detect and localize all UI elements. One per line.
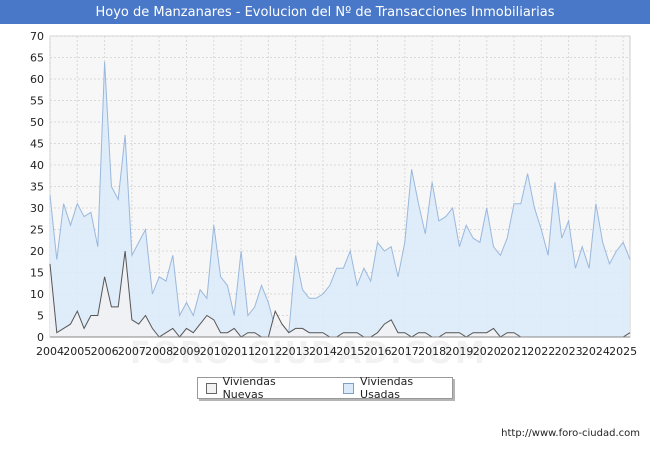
x-tick-label: 2009 bbox=[172, 345, 200, 358]
x-tick-label: 2012 bbox=[254, 345, 282, 358]
y-tick-label: 40 bbox=[30, 159, 44, 172]
y-tick-label: 10 bbox=[30, 288, 44, 301]
x-tick-label: 2024 bbox=[582, 345, 610, 358]
y-tick-label: 45 bbox=[30, 138, 44, 151]
legend-label-nuevas: Viviendas Nuevas bbox=[222, 375, 276, 401]
x-tick-label: 2005 bbox=[63, 345, 91, 358]
y-tick-label: 60 bbox=[30, 73, 44, 86]
footer-url[interactable]: http://www.foro-ciudad.com bbox=[501, 428, 640, 439]
x-tick-label: 2010 bbox=[200, 345, 228, 358]
x-tick-label: 2015 bbox=[336, 345, 364, 358]
legend-item-nuevas: Viviendas Nuevas bbox=[206, 375, 315, 401]
x-tick-label: 2023 bbox=[555, 345, 583, 358]
x-tick-label: 2019 bbox=[445, 345, 473, 358]
legend-label-usadas: Viviendas Usadas bbox=[360, 375, 414, 401]
x-tick-label: 2006 bbox=[91, 345, 119, 358]
legend-swatch-nuevas bbox=[206, 382, 217, 394]
x-tick-label: 2018 bbox=[418, 345, 446, 358]
y-tick-label: 0 bbox=[37, 331, 44, 344]
x-tick-label: 2004 bbox=[36, 345, 64, 358]
x-tick-label: 2014 bbox=[309, 345, 337, 358]
y-tick-label: 55 bbox=[30, 95, 44, 108]
y-tick-label: 70 bbox=[30, 30, 44, 43]
x-tick-label: 2020 bbox=[473, 345, 501, 358]
x-tick-label: 2013 bbox=[282, 345, 310, 358]
legend-item-usadas: Viviendas Usadas bbox=[343, 375, 452, 401]
x-tick-label: 2008 bbox=[145, 345, 173, 358]
y-tick-label: 15 bbox=[30, 267, 44, 280]
y-tick-label: 50 bbox=[30, 116, 44, 129]
x-tick-label: 2025 bbox=[609, 345, 637, 358]
x-tick-label: 2017 bbox=[391, 345, 419, 358]
y-tick-label: 65 bbox=[30, 52, 44, 65]
y-tick-label: 30 bbox=[30, 202, 44, 215]
x-tick-label: 2022 bbox=[527, 345, 555, 358]
x-tick-label: 2016 bbox=[364, 345, 392, 358]
legend: Viviendas Nuevas Viviendas Usadas bbox=[197, 375, 453, 401]
y-tick-label: 25 bbox=[30, 224, 44, 237]
legend-swatch-usadas bbox=[343, 382, 355, 394]
y-tick-label: 35 bbox=[30, 181, 44, 194]
y-tick-label: 20 bbox=[30, 245, 44, 258]
x-tick-label: 2007 bbox=[118, 345, 146, 358]
x-tick-label: 2021 bbox=[500, 345, 528, 358]
x-tick-label: 2011 bbox=[227, 345, 255, 358]
y-tick-label: 5 bbox=[37, 310, 44, 323]
